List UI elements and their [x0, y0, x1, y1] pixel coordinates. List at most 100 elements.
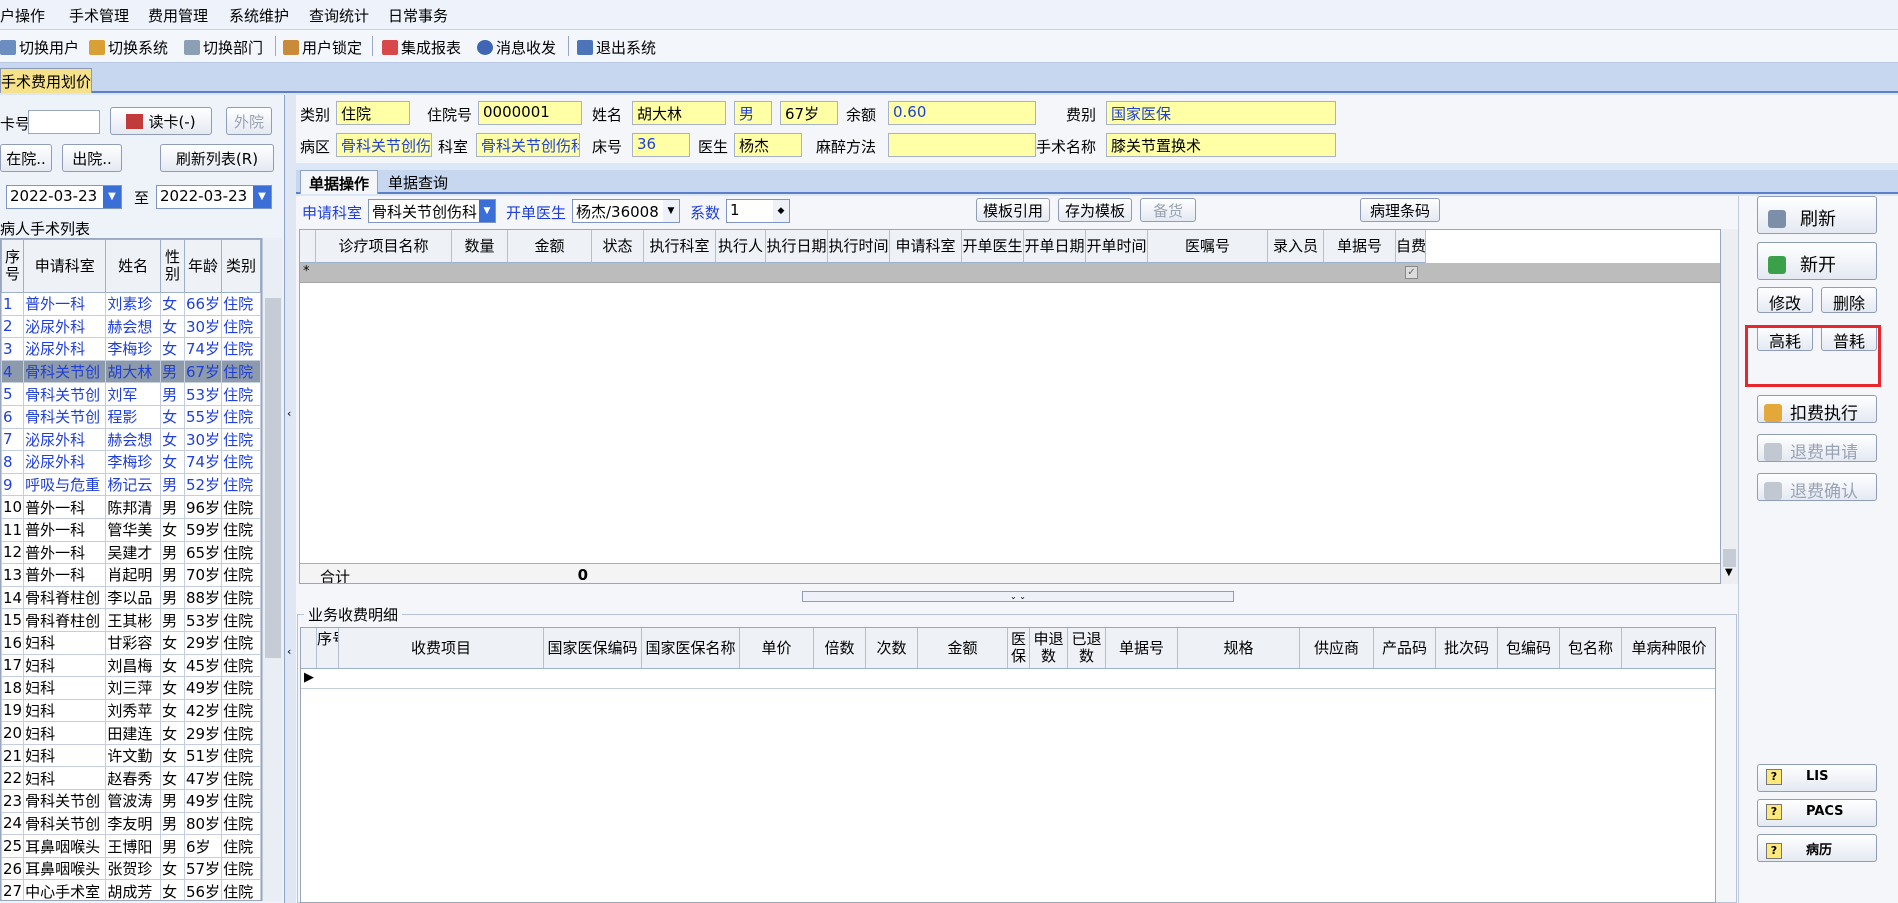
table-row[interactable]: 10 普外一科 陈邦清男 96岁 住院 [1, 495, 261, 519]
card-number-input[interactable] [28, 110, 100, 134]
table-row[interactable]: 27 中心手术室 胡成芳女 56岁 住院 [1, 879, 261, 900]
column-header[interactable]: 倍数 [814, 628, 866, 669]
table-row[interactable]: 6 骨科关节创 程影女 55岁 住院 [1, 404, 261, 429]
column-header[interactable]: 执行科室 [644, 230, 716, 263]
column-header[interactable]: 执行时间 [828, 230, 890, 263]
charge-execute-button[interactable]: 扣费执行 [1757, 395, 1877, 424]
panel-resize-bar[interactable]: ⌄ ⌄ [802, 591, 1234, 602]
new-row[interactable]: * ✓ [300, 263, 1720, 283]
medical-record-button[interactable]: ? 病历 [1757, 834, 1877, 862]
modify-button[interactable]: 修改 [1757, 287, 1813, 313]
column-header[interactable]: 单价 [740, 628, 814, 669]
switch-dept-button[interactable]: 切换部门 [184, 37, 263, 58]
column-header[interactable]: 批次码 [1436, 628, 1498, 669]
column-header[interactable]: 包名称 [1560, 628, 1622, 669]
read-card-button[interactable]: 读卡(-) [110, 107, 212, 135]
column-header[interactable]: 开单医生 [962, 230, 1024, 263]
column-header[interactable]: 年龄 [183, 239, 223, 293]
column-header[interactable]: 单病种限价 [1622, 628, 1715, 669]
table-row[interactable]: 25 耳鼻咽喉头 王博阳男 6岁 住院 [1, 834, 261, 858]
outpatient-button[interactable]: 外院 [226, 107, 272, 135]
table-row[interactable]: 1 普外一科 刘素珍女 66岁 住院 [1, 292, 261, 316]
chevron-down-icon[interactable]: ▼ [253, 186, 271, 208]
column-header[interactable]: 单据号 [1324, 230, 1396, 263]
self-pay-checkbox[interactable]: ✓ [1405, 266, 1418, 279]
chevron-down-icon[interactable]: ▼ [663, 200, 679, 222]
chevron-down-icon[interactable]: ▼ [103, 186, 121, 208]
table-row[interactable]: 19 妇科 刘秀苹女 42岁 住院 [1, 698, 261, 723]
table-row[interactable]: 22 妇科 赵春秀女 47岁 住院 [1, 766, 261, 791]
table-row[interactable]: 14 骨科脊柱创 李以品男 88岁 住院 [1, 585, 261, 610]
column-header[interactable]: 申请科室 [23, 239, 107, 293]
list-scrollbar[interactable] [262, 238, 282, 901]
column-header[interactable]: 单据号 [1106, 628, 1178, 669]
column-header[interactable]: 自费 [1396, 230, 1426, 263]
column-header[interactable]: 姓名 [105, 239, 162, 293]
column-header[interactable]: 已退数 [1068, 628, 1106, 669]
refund-confirm-button[interactable]: 退费确认 [1757, 473, 1877, 502]
column-header[interactable]: 医嘱号 [1148, 230, 1268, 263]
column-header[interactable]: 序号 [1, 239, 25, 293]
req-dept-select[interactable]: 骨科关节创伤科 ▼ [368, 199, 496, 223]
menu-user-ops[interactable]: 户操作 [0, 5, 45, 26]
date-from-picker[interactable]: 2022-03-23 ▼ [6, 185, 122, 209]
menu-daily[interactable]: 日常事务 [388, 5, 448, 26]
table-row[interactable]: 9 呼吸与危重 杨记云男 52岁 住院 [1, 472, 261, 497]
pacs-button[interactable]: ? PACS [1757, 799, 1877, 827]
stepper-arrows-icon[interactable]: ◆ [773, 200, 789, 222]
column-header[interactable]: 性别 [160, 239, 185, 293]
table-row[interactable]: 26 耳鼻咽喉头 张贺珍女 57岁 住院 [1, 856, 261, 881]
save-template-button[interactable]: 存为模板 [1058, 198, 1132, 222]
tab-surgery-pricing[interactable]: 手术费用划价 [0, 68, 92, 93]
pathology-code-button[interactable]: 病理条码 [1360, 198, 1440, 222]
table-row[interactable]: 21 妇科 许文勤女 51岁 住院 [1, 743, 261, 768]
menu-surgery[interactable]: 手术管理 [69, 5, 129, 26]
chevron-down-icon[interactable]: ▼ [479, 200, 495, 222]
refund-apply-button[interactable]: 退费申请 [1757, 434, 1877, 463]
column-header[interactable]: 国家医保编码 [544, 628, 642, 669]
column-header[interactable]: 申请科室 [890, 230, 962, 263]
table-row[interactable]: 24 骨科关节创 李友明男 80岁 住院 [1, 811, 261, 836]
chevron-down-icon[interactable]: ▼ [1725, 567, 1733, 578]
scrollbar-thumb[interactable] [1723, 549, 1736, 567]
column-header[interactable]: 类别 [221, 239, 261, 293]
table-row[interactable]: 2 泌尿外科 赫会想女 30岁 住院 [1, 314, 261, 339]
table-row[interactable]: 23 骨科关节创 管波涛男 49岁 住院 [1, 789, 261, 813]
user-lock-button[interactable]: 用户锁定 [283, 37, 362, 58]
table-row[interactable]: 12 普外一科 吴建才男 65岁 住院 [1, 540, 261, 565]
column-header[interactable]: 国家医保名称 [642, 628, 740, 669]
grid-scrollbar[interactable]: ▼ [1721, 229, 1738, 584]
table-row[interactable]: 5 骨科关节创 刘军男 53岁 住院 [1, 382, 261, 406]
column-header[interactable]: 录入员 [1268, 230, 1324, 263]
discharged-button[interactable]: 出院.. [62, 144, 122, 172]
column-header[interactable]: 金额 [508, 230, 592, 263]
scrollbar-thumb[interactable] [265, 298, 281, 658]
menu-query[interactable]: 查询统计 [309, 5, 369, 26]
integrated-report-button[interactable]: 集成报表 [382, 37, 461, 58]
date-to-picker[interactable]: 2022-03-23 ▼ [156, 185, 272, 209]
refresh-list-button[interactable]: 刷新列表(R) [160, 144, 274, 172]
column-header[interactable]: 状态 [592, 230, 644, 263]
column-header[interactable]: 申退数 [1030, 628, 1068, 669]
in-hospital-button[interactable]: 在院.. [0, 144, 52, 172]
anesthesia-field[interactable] [888, 133, 1036, 157]
template-ref-button[interactable]: 模板引用 [976, 198, 1050, 222]
column-header[interactable]: 收费项目 [339, 628, 544, 669]
tab-document-ops[interactable]: 单据操作 [300, 170, 379, 194]
coef-stepper[interactable]: 1 ◆ [726, 199, 790, 223]
column-header[interactable]: 执行人 [716, 230, 766, 263]
menu-fees[interactable]: 费用管理 [148, 5, 208, 26]
column-header[interactable]: 数量 [452, 230, 508, 263]
column-header[interactable]: 开单日期 [1024, 230, 1086, 263]
exit-system-button[interactable]: 退出系统 [577, 37, 656, 58]
table-row[interactable]: 4 骨科关节创 胡大林男 67岁 住院 [1, 359, 261, 384]
column-header[interactable]: 序号 [317, 628, 339, 669]
detail-row[interactable]: ▶ [301, 669, 1715, 689]
collapse-arrow-icon[interactable]: ‹ [287, 407, 291, 420]
collapse-arrow-icon[interactable]: ‹ [287, 645, 291, 658]
lis-button[interactable]: ? LIS [1757, 764, 1877, 792]
column-header[interactable]: 次数 [866, 628, 918, 669]
column-header[interactable]: 执行日期 [766, 230, 828, 263]
column-header[interactable]: 供应商 [1300, 628, 1374, 669]
order-doctor-select[interactable]: 杨杰/36008 ▼ [572, 199, 680, 223]
